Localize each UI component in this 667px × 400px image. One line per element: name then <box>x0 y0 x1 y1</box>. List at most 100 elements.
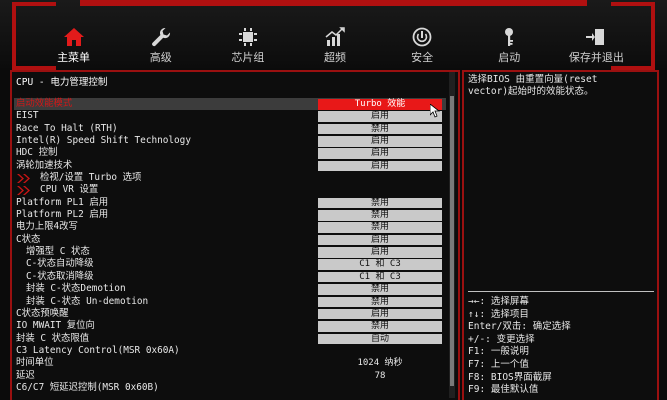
setting-value-select[interactable]: C1 和 C3 <box>318 271 442 283</box>
tab-overclock[interactable]: 超频 <box>291 26 378 66</box>
setting-label: 增强型 C 状态 <box>26 246 90 258</box>
setting-value-select[interactable]: 启用 <box>318 234 442 246</box>
setting-label: 电力上限4改写 <box>16 221 78 233</box>
tab-boot[interactable]: 启动 <box>466 26 553 66</box>
tab-chipset[interactable]: 芯片组 <box>204 26 291 66</box>
double-chevron-right-icon <box>17 174 30 184</box>
key-hint: →←: 选择屏幕 <box>468 296 529 307</box>
setting-label: 封装 C-状态Demotion <box>26 283 126 295</box>
setting-row[interactable]: Platform PL2 启用 禁用 <box>14 209 446 221</box>
setting-value-select[interactable]: 启用 <box>318 308 442 320</box>
setting-value-select[interactable]: 启用 <box>318 247 442 258</box>
setting-row[interactable]: C-状态取消降级 C1 和 C3 <box>14 271 446 283</box>
setting-value-select[interactable]: 启用 <box>318 160 442 172</box>
chip-icon <box>237 26 259 48</box>
setting-row[interactable]: 涡轮加速技术 启用 <box>14 160 446 172</box>
main-tabs: 主菜单 高级 芯片组 超频 安全 启动 保存并退出 <box>30 26 640 66</box>
setting-label: Race To Halt (RTH) <box>16 122 118 134</box>
setting-label: 检视/设置 Turbo 选项 <box>40 172 142 184</box>
setting-value-select[interactable]: Turbo 效能 <box>318 99 442 110</box>
setting-value-select[interactable]: 启用 <box>318 136 442 147</box>
key-hint: F8: BIOS界面截屏 <box>468 371 552 383</box>
key-hint: Enter/双击: 确定选择 <box>468 321 571 333</box>
setting-row[interactable]: 延迟 78 <box>14 370 446 382</box>
exit-door-icon <box>585 26 607 48</box>
tab-label: 安全 <box>411 51 434 64</box>
setting-value-select[interactable]: 禁用 <box>318 197 442 209</box>
setting-row[interactable]: Intel(R) Speed Shift Technology 启用 <box>14 135 446 147</box>
setting-value-select[interactable]: 禁用 <box>318 222 442 233</box>
submenu-item[interactable]: CPU VR 设置 <box>14 184 446 196</box>
setting-value-select[interactable]: 启用 <box>318 111 442 122</box>
double-chevron-right-icon <box>17 186 30 196</box>
tab-security[interactable]: 安全 <box>379 26 466 66</box>
setting-label: CPU VR 设置 <box>40 184 99 196</box>
key-hint: F1: 一般说明 <box>468 346 529 358</box>
setting-row[interactable]: 时间单位 1024 纳秒 <box>14 357 446 369</box>
tab-main[interactable]: 主菜单 <box>30 26 117 66</box>
setting-label: EIST <box>16 110 39 122</box>
submenu-item[interactable]: 检视/设置 Turbo 选项 <box>14 172 446 184</box>
scrollbar-thumb[interactable] <box>450 96 454 386</box>
setting-row[interactable]: HDC 控制 启用 <box>14 147 446 159</box>
setting-label: Platform PL1 启用 <box>16 196 109 208</box>
setting-value-select[interactable]: 启用 <box>318 148 442 159</box>
help-divider <box>468 291 654 292</box>
setting-value-select[interactable]: 自动 <box>318 333 442 345</box>
breadcrumb: CPU - 电力管理控制 <box>16 77 108 88</box>
setting-row[interactable]: C状态 启用 <box>14 234 446 246</box>
setting-label: 封装 C-状态 Un-demotion <box>26 295 149 307</box>
setting-row[interactable]: C6/C7 短延迟控制(MSR 0x60B) <box>14 382 446 394</box>
setting-row[interactable]: C状态预唤醒 启用 <box>14 308 446 320</box>
setting-row[interactable]: 封装 C-状态Demotion 禁用 <box>14 283 446 295</box>
frame-decoration-top <box>80 0 587 6</box>
setting-row[interactable]: 封装 C-状态 Un-demotion 禁用 <box>14 296 446 308</box>
setting-row[interactable]: IO MWAIT 复位向 禁用 <box>14 320 446 332</box>
setting-label: C状态 <box>16 233 41 245</box>
setting-row[interactable]: 启动效能模式 Turbo 效能 <box>14 98 446 111</box>
wrench-icon <box>150 26 172 48</box>
setting-row[interactable]: Platform PL1 启用 禁用 <box>14 197 446 209</box>
tab-label: 高级 <box>149 51 172 64</box>
setting-label: Platform PL2 启用 <box>16 209 109 221</box>
home-icon <box>63 26 85 48</box>
setting-row[interactable]: C-状态自动降级 C1 和 C3 <box>14 258 446 270</box>
setting-value-select[interactable]: 禁用 <box>318 123 442 135</box>
key-hint: F7: 上一个值 <box>468 358 529 370</box>
setting-readout: 78 <box>374 370 386 381</box>
setting-row[interactable]: C3 Latency Control(MSR 0x60A) <box>14 345 446 357</box>
setting-row[interactable]: 增强型 C 状态 启用 <box>14 246 446 258</box>
setting-label: 时间单位 <box>16 357 54 369</box>
setting-label: C-状态自动降级 <box>26 258 94 270</box>
setting-label: 延迟 <box>16 369 35 381</box>
setting-row[interactable]: Race To Halt (RTH) 禁用 <box>14 123 446 135</box>
setting-label: IO MWAIT 复位向 <box>16 320 95 332</box>
setting-row[interactable]: 封装 C 状态限值 自动 <box>14 333 446 345</box>
tab-advanced[interactable]: 高级 <box>117 26 204 66</box>
setting-value-select[interactable]: 禁用 <box>318 210 442 221</box>
setting-value-select[interactable]: 禁用 <box>318 284 442 295</box>
tab-label: 超频 <box>323 51 346 64</box>
overclock-chart-icon <box>324 26 346 48</box>
tab-save-exit[interactable]: 保存并退出 <box>553 26 640 66</box>
help-text: 选择BIOS 由重置向量(reset vector)起始时的效能状态。 <box>468 74 598 97</box>
setting-row[interactable]: EIST 启用 <box>14 110 446 122</box>
setting-value-select[interactable]: 禁用 <box>318 321 442 332</box>
key-hint: +/-: 变更选择 <box>468 333 535 345</box>
setting-label: Intel(R) Speed Shift Technology <box>16 135 191 147</box>
setting-label: 启动效能模式 <box>16 98 73 109</box>
setting-value-select[interactable]: 禁用 <box>318 296 442 307</box>
tab-label: 芯片组 <box>231 51 265 64</box>
setting-value-select[interactable]: C1 和 C3 <box>318 259 442 270</box>
setting-label: HDC 控制 <box>16 147 58 159</box>
power-shield-icon <box>411 26 433 48</box>
key-hint: F9: 最佳默认值 <box>468 384 539 396</box>
tab-label: 保存并退出 <box>568 51 624 64</box>
setting-row[interactable]: 电力上限4改写 禁用 <box>14 221 446 233</box>
tab-label: 启动 <box>498 51 521 64</box>
tab-label: 主菜单 <box>57 51 91 64</box>
setting-label: C-状态取消降级 <box>26 270 94 282</box>
setting-label: C3 Latency Control(MSR 0x60A) <box>16 344 180 356</box>
setting-label: C状态预唤醒 <box>16 307 69 319</box>
setting-label: 涡轮加速技术 <box>16 159 73 171</box>
